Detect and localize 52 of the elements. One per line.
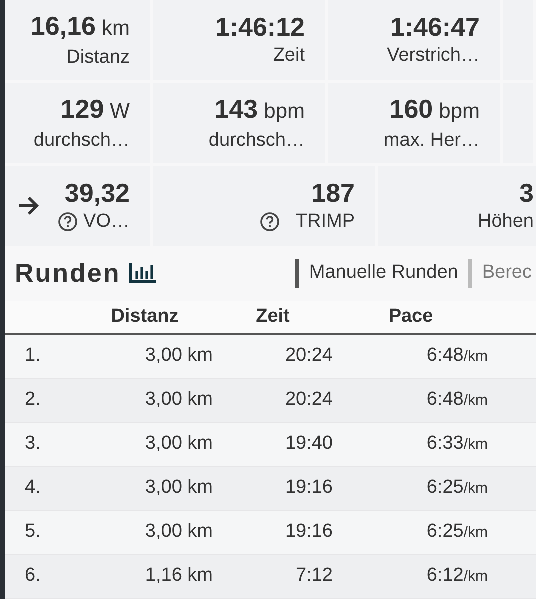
stat-label: VO… xyxy=(84,210,130,234)
column-header: Zeit xyxy=(255,304,291,329)
stat-value: 39,32 xyxy=(64,177,130,209)
stat-label: max. Her… xyxy=(384,128,480,152)
stat-value: 16,16 km xyxy=(30,10,130,42)
lap-tab[interactable]: Manuelle Runden xyxy=(295,259,458,288)
table-cell-text: 19:16 xyxy=(284,520,333,544)
table-cell-text: 20:24 xyxy=(284,388,333,412)
table-cell-text: 6. xyxy=(25,564,42,588)
table-cell-text: 2. xyxy=(25,388,42,412)
table-cell-text: 3,00 km xyxy=(144,388,213,412)
table-cell-text: 3,00 km xyxy=(144,476,213,500)
table-cell-text: 3,00 km xyxy=(144,520,213,544)
stat-value: 1:46:47 xyxy=(390,11,480,43)
table-cell-text: 4. xyxy=(25,476,42,500)
table-cell-text: 7:12 xyxy=(295,564,333,588)
table-cell-text: 20:24 xyxy=(284,344,333,368)
stat-value: 3 xyxy=(520,177,534,209)
table-cell-text: 1. xyxy=(25,344,42,368)
table-cell-text: 6:25/km xyxy=(426,476,488,500)
table-cell-text: 3,00 km xyxy=(144,432,213,456)
table-cell-text: 6:48/km xyxy=(426,344,488,368)
stat-label: durchsch… xyxy=(34,128,130,152)
stat-value: 187 xyxy=(312,177,355,209)
stat-value: 129 W xyxy=(60,92,130,126)
table-cell-text: 1,16 km xyxy=(144,564,213,588)
stat-value: 1:46:12 xyxy=(215,11,305,43)
table-cell-text: 6:25/km xyxy=(426,520,488,544)
table-cell-text: 3,00 km xyxy=(144,344,213,368)
stat-value: 160 bpm xyxy=(390,92,480,126)
section-title: Runden xyxy=(15,256,121,290)
table-cell-text: 6:12/km xyxy=(426,564,488,588)
table-cell-text: 19:16 xyxy=(284,476,333,500)
stat-label: Distanz xyxy=(66,46,130,70)
stat-label: Verstrich… xyxy=(387,44,480,68)
table-cell-text: 6:48/km xyxy=(426,388,488,412)
column-header: Distanz xyxy=(110,304,180,329)
table-cell-text: 6:33/km xyxy=(426,432,488,456)
stat-label: Höhen xyxy=(478,210,534,234)
arrow-right-icon xyxy=(17,195,41,217)
stat-label: Zeit xyxy=(273,44,305,68)
help-icon[interactable] xyxy=(260,212,280,232)
table-cell-text: 3. xyxy=(25,432,42,456)
stat-label: durchsch… xyxy=(208,128,305,152)
table-cell-text: 5. xyxy=(25,520,42,544)
lap-tab[interactable]: Berec xyxy=(468,259,532,288)
help-icon[interactable] xyxy=(58,212,78,232)
table-cell-text: 19:40 xyxy=(284,432,333,456)
stat-value: 143 bpm xyxy=(214,92,305,126)
column-header: Pace xyxy=(388,304,434,329)
bar-chart-icon[interactable] xyxy=(128,262,157,284)
stat-label: TRIMP xyxy=(296,210,355,234)
